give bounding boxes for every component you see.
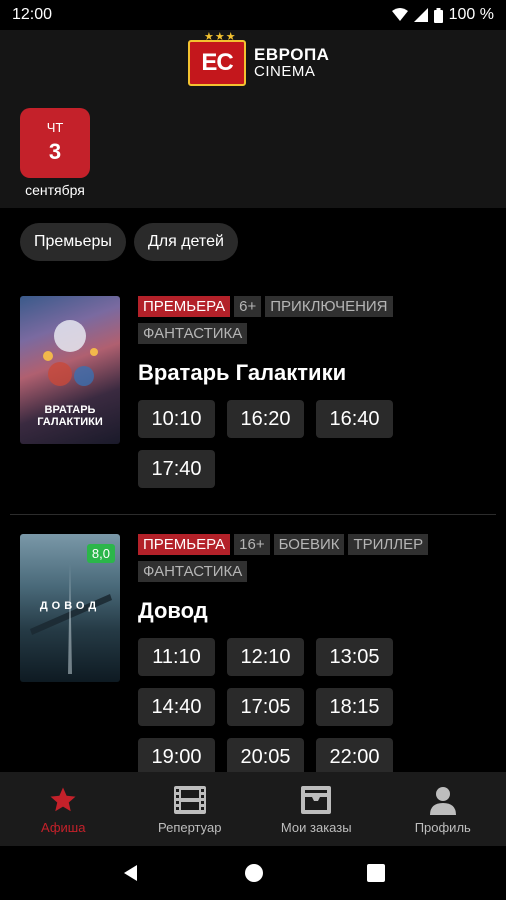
rating-badge: 8,0 (86, 544, 115, 563)
battery-percent: 100 % (448, 6, 494, 23)
showtime-button[interactable]: 17:40 (138, 450, 215, 488)
showtimes: 10:10 16:20 16:40 17:40 (138, 400, 408, 488)
logo-badge: ★★★ ЕС (188, 31, 246, 86)
logo-letters: ЕС (201, 49, 233, 76)
date-month: сентября (25, 182, 85, 198)
tag-age: 16+ (234, 534, 270, 555)
movie-title[interactable]: Вратарь Галактики (138, 360, 496, 386)
movie-poster[interactable]: ВРАТАРЬ ГАЛАКТИКИ (20, 296, 120, 444)
tag-genre: ПРИКЛЮЧЕНИЯ (265, 296, 393, 317)
tag-genre: ТРИЛЛЕР (348, 534, 429, 555)
back-icon[interactable] (121, 863, 141, 883)
showtime-button[interactable]: 16:40 (316, 400, 393, 438)
movie-poster[interactable]: 8,0 ДОВОД (20, 534, 120, 682)
logo-stars-icon: ★★★ (204, 31, 237, 43)
showtime-button[interactable]: 16:20 (227, 400, 304, 438)
showtime-button[interactable]: 11:10 (138, 638, 215, 676)
movie-tags: ПРЕМЬЕРА 6+ ПРИКЛЮЧЕНИЯ ФАНТАСТИКА (138, 296, 496, 344)
status-bar: 12:00 100 % (0, 0, 506, 30)
status-icons: 100 % (391, 6, 494, 24)
movie-title[interactable]: Довод (138, 598, 496, 624)
movie-tags: ПРЕМЬЕРА 16+ БОЕВИК ТРИЛЛЕР ФАНТАСТИКА (138, 534, 496, 582)
filter-chips: Премьеры Для детей (20, 223, 238, 261)
nav-label: Афиша (41, 820, 86, 835)
nav-orders[interactable]: Мои заказы (253, 772, 380, 846)
showtime-button[interactable]: 20:05 (227, 738, 304, 776)
status-time: 12:00 (12, 6, 53, 23)
tag-genre: БОЕВИК (273, 534, 345, 555)
user-icon (427, 784, 459, 816)
home-icon[interactable] (244, 863, 264, 883)
tag-age: 6+ (234, 296, 262, 317)
film-icon (173, 784, 206, 816)
nav-afisha[interactable]: Афиша (0, 772, 127, 846)
system-navigation (0, 846, 506, 900)
showtimes: 11:10 12:10 13:05 14:40 17:05 18:15 19:0… (138, 638, 408, 776)
date-day: 3 (48, 139, 62, 164)
date-selector-today[interactable]: ЧТ 3 (20, 108, 90, 178)
recents-icon[interactable] (366, 864, 385, 882)
nav-label: Профиль (414, 820, 471, 835)
date-weekday: ЧТ (46, 120, 64, 135)
tag-genre: ФАНТАСТИКА (138, 323, 248, 344)
filter-premieres[interactable]: Премьеры (20, 223, 126, 261)
nav-profile[interactable]: Профиль (380, 772, 506, 846)
logo-text: ЕВРОПА CINEMA (254, 46, 329, 80)
poster-title: ВРАТАРЬ ГАЛАКТИКИ (37, 404, 103, 428)
showtime-button[interactable]: 18:15 (316, 688, 393, 726)
inbox-icon (300, 784, 332, 816)
battery-icon (433, 7, 443, 23)
signal-icon (413, 8, 428, 22)
showtime-button[interactable]: 13:05 (316, 638, 393, 676)
showtime-button[interactable]: 12:10 (227, 638, 304, 676)
divider (10, 514, 496, 515)
star-icon (47, 784, 79, 816)
showtime-button[interactable]: 19:00 (138, 738, 215, 776)
poster-title: ДОВОД (39, 600, 101, 612)
tag-premiere: ПРЕМЬЕРА (138, 296, 231, 317)
movie-info: ПРЕМЬЕРА 16+ БОЕВИК ТРИЛЛЕР ФАНТАСТИКА Д… (138, 534, 496, 776)
bottom-navigation: Афиша Репертуар Мои заказы Профиль (0, 772, 506, 846)
movie-info: ПРЕМЬЕРА 6+ ПРИКЛЮЧЕНИЯ ФАНТАСТИКА Врата… (138, 296, 496, 488)
tag-premiere: ПРЕМЬЕРА (138, 534, 231, 555)
showtime-button[interactable]: 14:40 (138, 688, 215, 726)
cinema-logo: ★★★ ЕС ЕВРОПА CINEMA (188, 31, 329, 86)
logo-line2: CINEMA (254, 63, 316, 80)
tag-genre: ФАНТАСТИКА (138, 561, 248, 582)
filter-for-kids[interactable]: Для детей (133, 223, 238, 261)
nav-label: Мои заказы (280, 820, 352, 835)
wifi-icon (391, 8, 408, 21)
logo-line1: ЕВРОПА (254, 45, 330, 64)
nav-label: Репертуар (158, 820, 222, 835)
showtime-button[interactable]: 10:10 (138, 400, 215, 438)
app-header: ★★★ ЕС ЕВРОПА CINEMA ЧТ 3 сентября (0, 30, 506, 208)
showtime-button[interactable]: 17:05 (227, 688, 304, 726)
nav-repertoire[interactable]: Репертуар (127, 772, 254, 846)
showtime-button[interactable]: 22:00 (316, 738, 393, 776)
